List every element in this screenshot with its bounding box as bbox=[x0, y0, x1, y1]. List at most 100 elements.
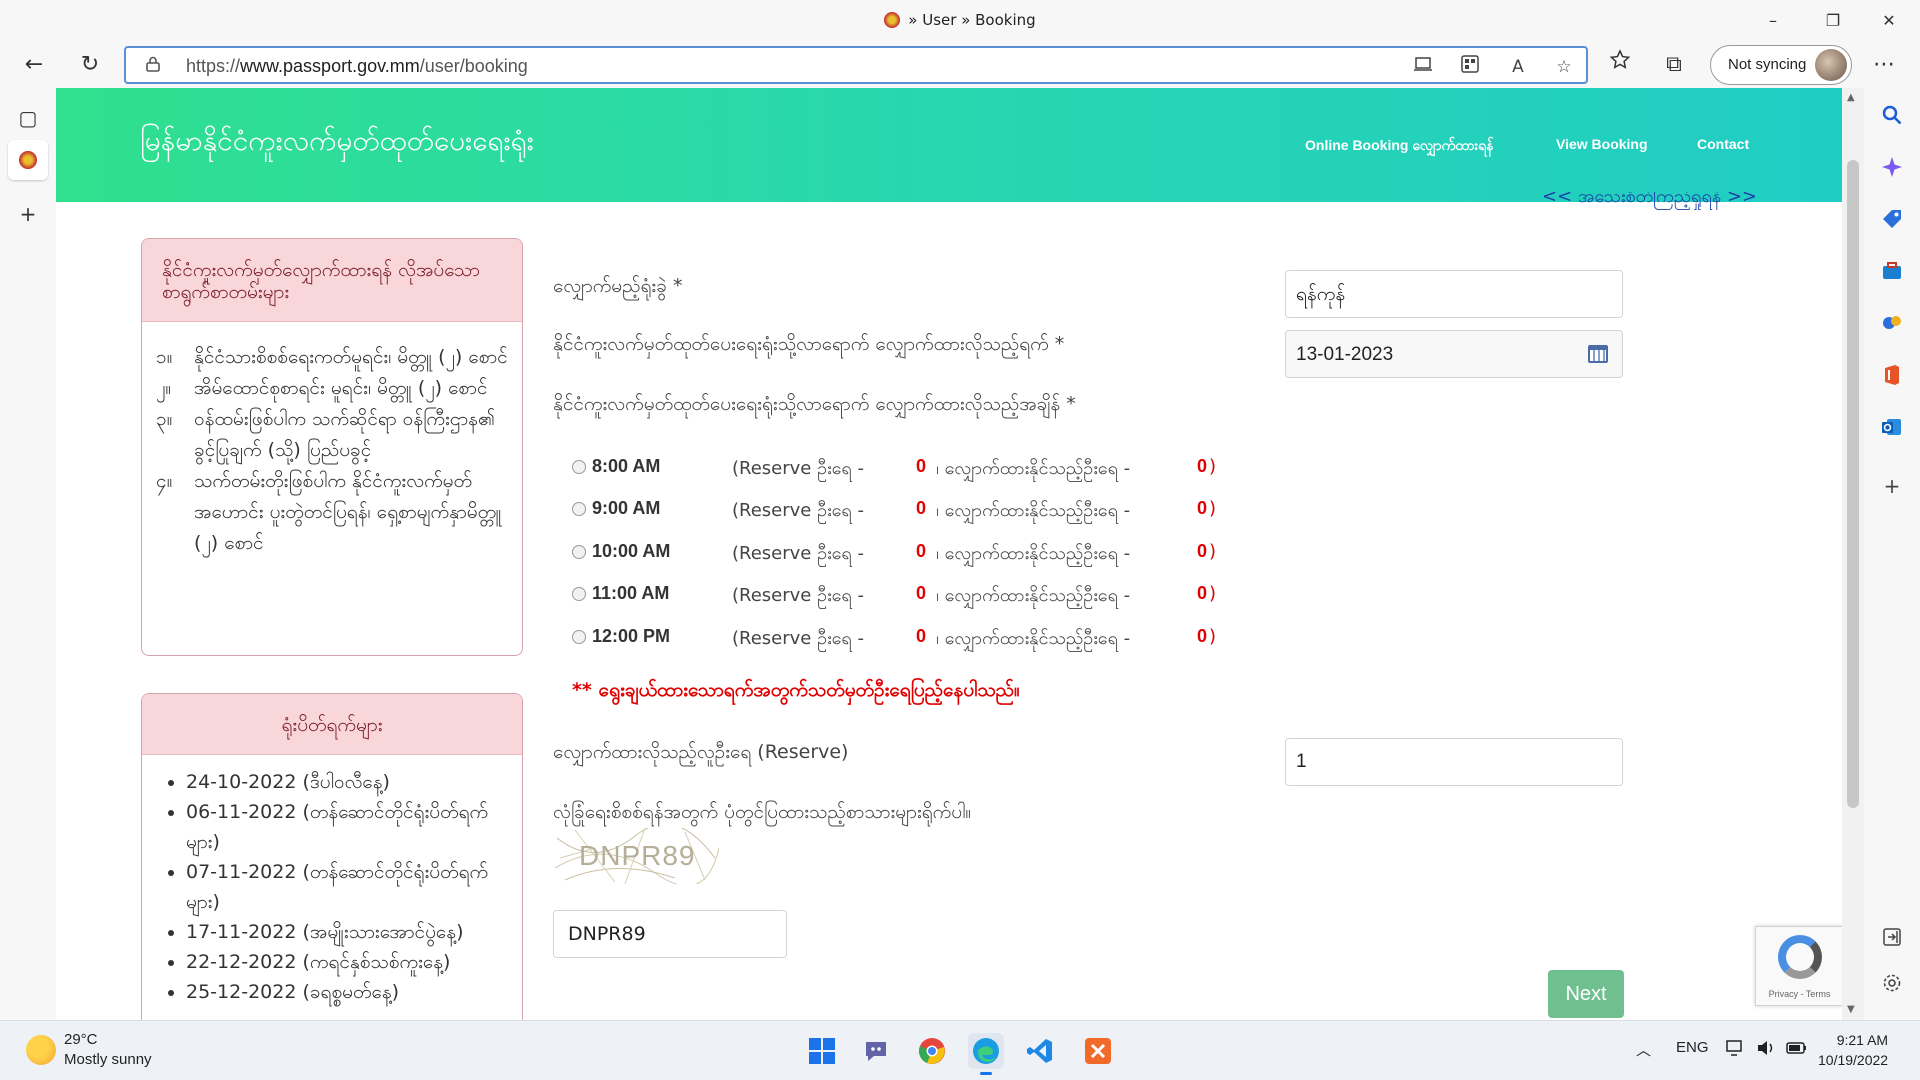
nav-view-booking[interactable]: View Booking bbox=[1556, 136, 1648, 152]
slot-reserve-count: 0 bbox=[916, 498, 927, 518]
slot-time: 8:00 AM bbox=[592, 456, 661, 476]
office-select[interactable]: ရန်ကုန် bbox=[1285, 270, 1623, 318]
tab-title: » User » Booking bbox=[908, 11, 1036, 29]
shopping-tag-icon[interactable] bbox=[1878, 208, 1906, 236]
chrome-icon[interactable] bbox=[914, 1033, 950, 1069]
recaptcha-icon bbox=[1778, 935, 1822, 979]
site-favicon-icon bbox=[884, 12, 901, 28]
start-windows-icon[interactable] bbox=[804, 1033, 840, 1069]
settings-gear-icon[interactable] bbox=[1878, 972, 1906, 1000]
recaptcha-badge[interactable]: Privacy - Terms bbox=[1755, 926, 1842, 1006]
slot-reserve-count: 0 bbox=[916, 541, 927, 561]
slot-reserve-count: 0 bbox=[916, 456, 927, 476]
avatar bbox=[1815, 49, 1847, 81]
search-icon[interactable] bbox=[1878, 104, 1906, 132]
hide-sidebar-icon[interactable] bbox=[1878, 926, 1906, 954]
time-slot-option[interactable]: 8:00 AM (Reserve ဦးရေ - 0 ၊ လျှောက်ထားနိ… bbox=[572, 454, 1272, 484]
network-icon[interactable] bbox=[1726, 1039, 1746, 1061]
office-icon[interactable] bbox=[1878, 364, 1906, 392]
profile-button[interactable]: Not syncing bbox=[1710, 45, 1852, 85]
site-header: မြန်မာနိုင်ငံကူးလက်မှတ်ထုတ်ပေးရေးရုံး On… bbox=[56, 88, 1842, 202]
captcha-input[interactable]: DNPR89 bbox=[553, 910, 787, 958]
list-item: 17-11-2022 (အမျိုးသားအောင်ပွဲနေ့) bbox=[186, 917, 512, 947]
battery-icon[interactable] bbox=[1786, 1039, 1808, 1061]
tab-actions-icon[interactable]: ▢ bbox=[12, 102, 44, 134]
calendar-icon[interactable] bbox=[1588, 345, 1608, 363]
active-tab[interactable] bbox=[8, 140, 48, 180]
games-icon[interactable] bbox=[1878, 312, 1906, 340]
address-bar[interactable]: https://www.passport.gov.mm/user/booking… bbox=[124, 46, 1588, 84]
system-clock[interactable]: 9:21 AM 10/19/2022 bbox=[1818, 1030, 1888, 1070]
slot-available-count: 0 bbox=[1197, 456, 1208, 476]
favorites-icon[interactable] bbox=[1604, 49, 1636, 81]
tools-briefcase-icon[interactable] bbox=[1878, 260, 1906, 288]
slot-radio[interactable] bbox=[572, 587, 586, 601]
time-slot-option[interactable]: 10:00 AM (Reserve ဦးရေ - 0 ၊ လျှောက်ထားန… bbox=[572, 539, 1272, 569]
window-title: » User » Booking bbox=[0, 11, 1920, 29]
list-text: အိမ်ထောင်စုစာရင်း မူရင်း၊ မိတ္တူ (၂) စော… bbox=[194, 377, 488, 399]
time-slot-option[interactable]: 11:00 AM (Reserve ဦးရေ - 0 ၊ လျှောက်ထားန… bbox=[572, 581, 1272, 611]
collections-icon[interactable]: ⧉ bbox=[1658, 49, 1690, 81]
nav-online-booking[interactable]: Online Booking လျှောက်ထားရန် bbox=[1305, 136, 1493, 157]
scroll-down-icon[interactable]: ▼ bbox=[1847, 1004, 1855, 1015]
minimize-button[interactable]: – bbox=[1750, 6, 1796, 36]
app-available-icon[interactable] bbox=[1412, 55, 1436, 79]
slot-radio[interactable] bbox=[572, 545, 586, 559]
list-text: နိုင်ငံသားစိစစ်ရေးကတ်မူရင်း၊ မိတ္တူ (၂) … bbox=[194, 346, 508, 368]
lock-icon[interactable] bbox=[146, 56, 160, 76]
profile-label: Not syncing bbox=[1728, 56, 1807, 73]
volume-icon[interactable] bbox=[1756, 1039, 1776, 1061]
read-aloud-icon[interactable]: A bbox=[1506, 55, 1530, 79]
next-button[interactable]: Next bbox=[1548, 970, 1624, 1018]
add-favorite-star-icon[interactable]: ☆ bbox=[1552, 55, 1576, 79]
weather-widget[interactable]: 29°C Mostly sunny bbox=[64, 1030, 152, 1070]
more-options-icon[interactable]: ⋯ bbox=[1868, 49, 1900, 81]
slot-time: 11:00 AM bbox=[592, 583, 670, 603]
captcha-text: DNPR89 bbox=[579, 840, 696, 871]
list-number: ၂။ bbox=[156, 377, 172, 399]
slot-radio[interactable] bbox=[572, 460, 586, 474]
url-text[interactable]: https://www.passport.gov.mm/user/booking bbox=[186, 56, 528, 77]
show-hidden-icons-chevron-icon[interactable]: ︿ bbox=[1636, 1039, 1651, 1060]
requirements-panel: နိုင်ငံကူးလက်မှတ်လျှောက်ထားရန် လိုအပ်သော… bbox=[141, 238, 523, 656]
date-input[interactable]: 13-01-2023 bbox=[1285, 330, 1623, 378]
reserve-count-label: လျှောက်ထားလိုသည့်လူဦးရေ (Reserve) bbox=[553, 741, 849, 763]
reserve-count-input[interactable]: 1 bbox=[1285, 738, 1623, 786]
new-tab-icon[interactable]: + bbox=[12, 198, 44, 230]
list-item: 07-11-2022 (တန်ဆောင်တိုင်ရုံးပိတ်ရက်များ… bbox=[186, 857, 512, 917]
slot-radio[interactable] bbox=[572, 630, 586, 644]
refresh-icon[interactable]: ↻ bbox=[74, 49, 106, 81]
list-number: ၃။ bbox=[156, 408, 173, 430]
add-sidebar-app-icon[interactable]: + bbox=[1878, 472, 1906, 500]
list-number: ၄။ bbox=[156, 470, 173, 492]
page-scrollbar[interactable]: ▲ ▼ bbox=[1842, 88, 1864, 1020]
scroll-up-icon[interactable]: ▲ bbox=[1847, 92, 1855, 103]
input-language[interactable]: ENG bbox=[1676, 1039, 1709, 1056]
copilot-sparkle-icon[interactable] bbox=[1878, 156, 1906, 184]
time-slot-option[interactable]: 9:00 AM (Reserve ဦးရေ - 0 ၊ လျှောက်ထားနိ… bbox=[572, 496, 1272, 526]
close-window-button[interactable]: ✕ bbox=[1866, 6, 1912, 36]
slot-reserve-count: 0 bbox=[916, 626, 927, 646]
xampp-icon[interactable] bbox=[1080, 1033, 1116, 1069]
back-arrow-icon[interactable]: ← bbox=[18, 49, 50, 81]
slot-available-count: 0 bbox=[1197, 626, 1208, 646]
edge-icon[interactable] bbox=[968, 1033, 1004, 1075]
extensions-grid-icon[interactable] bbox=[1458, 55, 1482, 79]
recaptcha-terms[interactable]: Privacy - Terms bbox=[1756, 989, 1842, 999]
time-slot-option[interactable]: 12:00 PM (Reserve ဦးရေ - 0 ၊ လျှောက်ထားန… bbox=[572, 624, 1272, 654]
scrollbar-thumb[interactable] bbox=[1847, 160, 1859, 808]
teams-chat-icon[interactable] bbox=[858, 1033, 894, 1069]
list-item: 25-12-2022 (ခရစ္စမတ်နေ့) bbox=[186, 977, 512, 1007]
nav-contact[interactable]: Contact bbox=[1697, 136, 1749, 152]
clock-time: 9:21 AM bbox=[1836, 1032, 1889, 1048]
site-brand[interactable]: မြန်မာနိုင်ငံကူးလက်မှတ်ထုတ်ပေးရေးရုံး bbox=[140, 122, 534, 164]
weather-sun-icon[interactable] bbox=[26, 1035, 56, 1065]
outlook-icon[interactable] bbox=[1878, 416, 1906, 444]
slot-reserve-label: (Reserve ဦးရေ - bbox=[732, 500, 864, 521]
list-text: ဝန်ထမ်းဖြစ်ပါက သက်ဆိုင်ရာ ဝန်ကြီးဌာန၏ ခွ… bbox=[194, 408, 495, 461]
slot-radio[interactable] bbox=[572, 502, 586, 516]
maximize-button[interactable]: ❐ bbox=[1810, 6, 1856, 36]
captcha-image: DNPR89 bbox=[555, 828, 719, 884]
vscode-icon[interactable] bbox=[1022, 1033, 1058, 1069]
browser-toolbar: ← ↻ https://www.passport.gov.mm/user/boo… bbox=[0, 42, 1920, 88]
